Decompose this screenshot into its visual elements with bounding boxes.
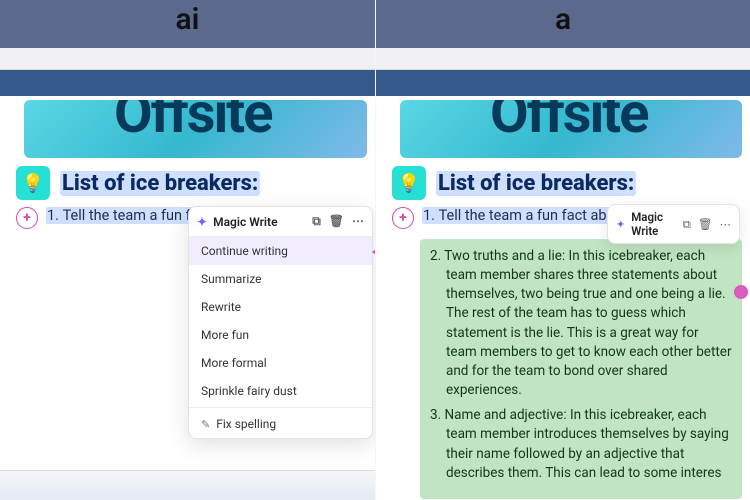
- menu-sprinkle-fairy-dust[interactable]: Sprinkle fairy dust: [189, 377, 372, 405]
- menu-summarize[interactable]: Summarize: [189, 265, 372, 293]
- cursor-arrow-icon: [372, 246, 375, 258]
- sparkle-icon: ✦: [197, 215, 207, 229]
- hero-title: Offsite: [490, 100, 647, 146]
- list-item-3: Name and adjective: In this icebreaker, …: [430, 406, 732, 483]
- magic-write-menu: ✦ Magic Write ⧉ 🗑 ⋯ Continue writing Sum…: [188, 206, 373, 439]
- copy-icon[interactable]: ⧉: [683, 217, 691, 232]
- more-icon[interactable]: ⋯: [720, 217, 732, 232]
- generated-text-block[interactable]: Two truths and a lie: In this icebreaker…: [420, 239, 742, 499]
- keyboard-strip: [0, 470, 375, 500]
- add-item-button[interactable]: +: [16, 207, 38, 229]
- menu-more-formal[interactable]: More formal: [189, 349, 372, 377]
- collaborator-cursor: Amy: [372, 242, 375, 261]
- app-header-bar: [0, 70, 375, 96]
- document-canvas: Offsite 💡 List of ice breakers: + 1. Tel…: [376, 96, 750, 500]
- tab-label: ai: [176, 2, 200, 37]
- menu-rewrite[interactable]: Rewrite: [189, 293, 372, 321]
- wand-icon: ✎: [201, 418, 210, 431]
- magic-write-header: ✦ Magic Write ⧉ 🗑 ⋯: [189, 207, 372, 237]
- list-item-2: Two truths and a lie: In this icebreaker…: [430, 247, 732, 400]
- sparkle-icon: ✦: [616, 218, 625, 231]
- right-pane: a Offsite 💡 List of ice breakers: + 1. T…: [375, 0, 750, 500]
- magic-write-title[interactable]: Magic Write: [631, 210, 672, 238]
- app-header-bar: [376, 70, 750, 96]
- list-row-1: + 1. Tell the team a fun fact about your…: [392, 206, 740, 229]
- magic-write-toolbar: ✦ Magic Write ⧉ 🗑 ⋯: [607, 204, 740, 244]
- hero-banner: Offsite: [400, 100, 742, 158]
- section-header: 💡 List of ice breakers:: [392, 166, 740, 200]
- more-icon[interactable]: ⋯: [352, 214, 364, 229]
- add-item-button[interactable]: +: [392, 207, 414, 229]
- left-pane: ai Offsite 💡 List of ice breakers: + 1. …: [0, 0, 375, 500]
- window-topbar: a: [376, 0, 750, 48]
- trash-icon[interactable]: 🗑: [329, 214, 344, 229]
- browser-chrome: [376, 48, 750, 70]
- menu-fix-spelling[interactable]: ✎ Fix spelling: [189, 410, 372, 438]
- list-row-1: + 1. Tell the team a fun fact about y ✦ …: [16, 206, 365, 229]
- trash-icon[interactable]: 🗑: [698, 217, 713, 232]
- section-title[interactable]: List of ice breakers:: [60, 171, 260, 196]
- hero-title: Offsite: [114, 100, 271, 146]
- hero-banner: Offsite: [24, 100, 367, 158]
- copy-icon[interactable]: ⧉: [312, 214, 321, 229]
- window-topbar: ai: [0, 0, 375, 48]
- document-canvas: Offsite 💡 List of ice breakers: + 1. Tel…: [0, 96, 375, 500]
- menu-continue-writing[interactable]: Continue writing: [189, 237, 372, 265]
- menu-separator: [189, 407, 372, 408]
- magic-write-title: Magic Write: [213, 215, 277, 229]
- lightbulb-icon: 💡: [392, 166, 426, 200]
- section-header: 💡 List of ice breakers:: [16, 166, 365, 200]
- collaborator-dot-icon: [734, 285, 748, 299]
- menu-more-fun[interactable]: More fun: [189, 321, 372, 349]
- section-title[interactable]: List of ice breakers:: [436, 171, 636, 196]
- tab-label: a: [555, 2, 571, 37]
- browser-chrome: [0, 48, 375, 70]
- lightbulb-icon: 💡: [16, 166, 50, 200]
